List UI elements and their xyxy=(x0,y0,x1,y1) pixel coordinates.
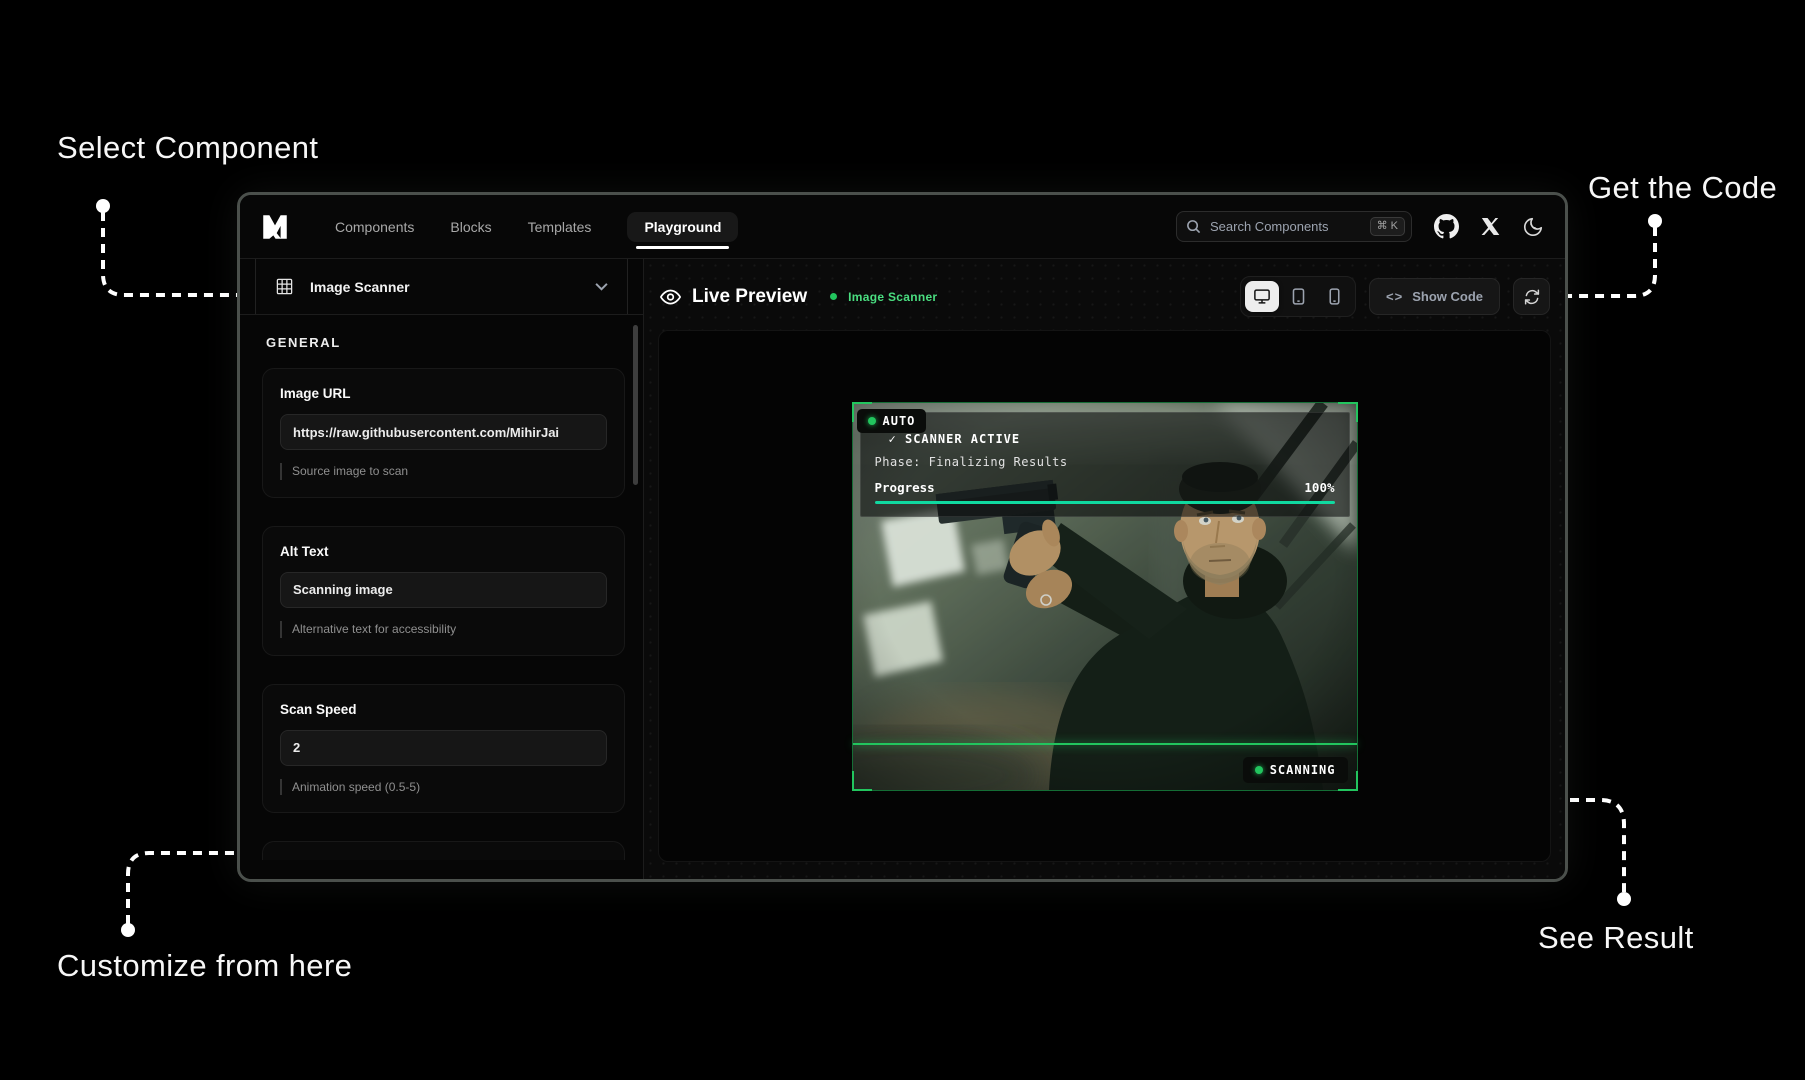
annotation-see-result: See Result xyxy=(1538,920,1694,956)
search-box[interactable]: ⌘ K xyxy=(1176,211,1412,242)
scanner-status-text: SCANNER ACTIVE xyxy=(905,432,1020,446)
device-desktop-button[interactable] xyxy=(1245,281,1279,312)
moon-icon xyxy=(1522,216,1544,238)
device-mobile-button[interactable] xyxy=(1317,281,1351,312)
device-tablet-button[interactable] xyxy=(1281,281,1315,312)
field-label: Scan Speed xyxy=(280,702,607,717)
monitor-icon xyxy=(1253,288,1271,305)
app-window: Components Blocks Templates Playground ⌘… xyxy=(237,192,1568,882)
field-label: Alt Text xyxy=(280,544,607,559)
green-dot-icon xyxy=(868,417,876,425)
device-toggle-group xyxy=(1240,276,1356,317)
scan-speed-input[interactable] xyxy=(280,730,607,766)
component-selector[interactable]: Image Scanner xyxy=(255,259,628,314)
search-shortcut-kbd: ⌘ K xyxy=(1370,217,1405,236)
scanner-phase: Phase: Finalizing Results xyxy=(875,455,1335,469)
preview-title: Live Preview xyxy=(692,286,807,308)
nav-tabs: Components Blocks Templates Playground xyxy=(335,212,738,242)
code-icon: <> xyxy=(1386,289,1403,304)
tablet-icon xyxy=(1291,288,1306,305)
green-dot-icon xyxy=(1255,766,1263,774)
field-helper: Source image to scan xyxy=(280,463,607,480)
frame-corner-bl xyxy=(852,771,872,791)
field-alt-text: Alt Text Alternative text for accessibil… xyxy=(262,526,625,656)
image-scanner-component: ✓ SCANNER ACTIVE Phase: Finalizing Resul… xyxy=(852,402,1358,791)
field-label: Image URL xyxy=(280,386,607,401)
sidebar: Image Scanner GENERAL Image URL Source i… xyxy=(240,259,644,879)
scanner-hud: ✓ SCANNER ACTIVE Phase: Finalizing Resul… xyxy=(860,412,1350,517)
sidebar-scrollbar[interactable] xyxy=(633,325,638,485)
phone-icon xyxy=(1328,288,1341,305)
brand-logo[interactable] xyxy=(261,212,291,242)
check-icon: ✓ xyxy=(889,432,897,446)
auto-badge: AUTO xyxy=(857,409,927,433)
navbar-right: ⌘ K xyxy=(1176,211,1544,242)
refresh-button[interactable] xyxy=(1513,278,1550,315)
preview-header: Live Preview Image Scanner xyxy=(644,259,1565,330)
progress-track xyxy=(875,501,1335,504)
search-icon xyxy=(1186,219,1201,234)
chevron-down-icon xyxy=(595,282,608,291)
refresh-icon xyxy=(1523,288,1541,306)
scanning-badge-label: SCANNING xyxy=(1270,763,1336,777)
field-helper: Animation speed (0.5-5) xyxy=(280,779,607,796)
section-title-general: GENERAL xyxy=(240,315,643,354)
field-scan-speed: Scan Speed Animation speed (0.5-5) xyxy=(262,684,625,814)
progress-label: Progress xyxy=(875,480,935,495)
scanner-status: ✓ SCANNER ACTIVE xyxy=(889,432,1335,446)
show-code-button[interactable]: <> Show Code xyxy=(1369,278,1500,315)
annotation-get-the-code: Get the Code xyxy=(1588,170,1777,206)
x-social-button[interactable] xyxy=(1481,217,1500,236)
annotation-customize: Customize from here xyxy=(57,948,352,984)
tab-blocks[interactable]: Blocks xyxy=(450,219,491,235)
preview-controls: <> Show Code xyxy=(1240,276,1550,317)
main-area: Live Preview Image Scanner xyxy=(644,259,1565,879)
show-code-label: Show Code xyxy=(1412,289,1483,304)
tab-components[interactable]: Components xyxy=(335,219,414,235)
tab-templates[interactable]: Templates xyxy=(528,219,592,235)
progress-fill xyxy=(875,501,1335,504)
window-body: Image Scanner GENERAL Image URL Source i… xyxy=(240,259,1565,879)
m-mark-icon xyxy=(261,213,289,241)
preview-panel: ✓ SCANNER ACTIVE Phase: Finalizing Resul… xyxy=(658,330,1551,862)
auto-badge-label: AUTO xyxy=(883,414,916,428)
theme-toggle-button[interactable] xyxy=(1522,216,1544,238)
navbar: Components Blocks Templates Playground ⌘… xyxy=(240,195,1565,259)
annotation-select-component: Select Component xyxy=(57,130,318,166)
x-icon xyxy=(1481,217,1500,236)
progress-value: 100% xyxy=(1304,480,1334,495)
stage: Select Component Get the Code Customize … xyxy=(0,0,1805,1080)
github-icon xyxy=(1434,214,1459,239)
eye-icon xyxy=(660,289,681,305)
image-url-input[interactable] xyxy=(280,414,607,450)
field-next-partial xyxy=(262,841,625,860)
field-helper: Alternative text for accessibility xyxy=(280,621,607,638)
live-dot xyxy=(830,293,837,300)
tab-playground[interactable]: Playground xyxy=(627,212,738,242)
github-button[interactable] xyxy=(1434,214,1459,239)
field-list: Image URL Source image to scan Alt Text … xyxy=(240,354,643,860)
search-input[interactable] xyxy=(1208,218,1363,235)
field-image-url: Image URL Source image to scan xyxy=(262,368,625,498)
grid-icon xyxy=(275,277,294,296)
preview-component-badge: Image Scanner xyxy=(848,290,937,304)
alt-text-input[interactable] xyxy=(280,572,607,608)
scan-line xyxy=(853,743,1357,745)
scanning-badge: SCANNING xyxy=(1243,757,1348,783)
component-selector-value: Image Scanner xyxy=(310,279,579,295)
component-selector-row: Image Scanner xyxy=(240,259,643,315)
